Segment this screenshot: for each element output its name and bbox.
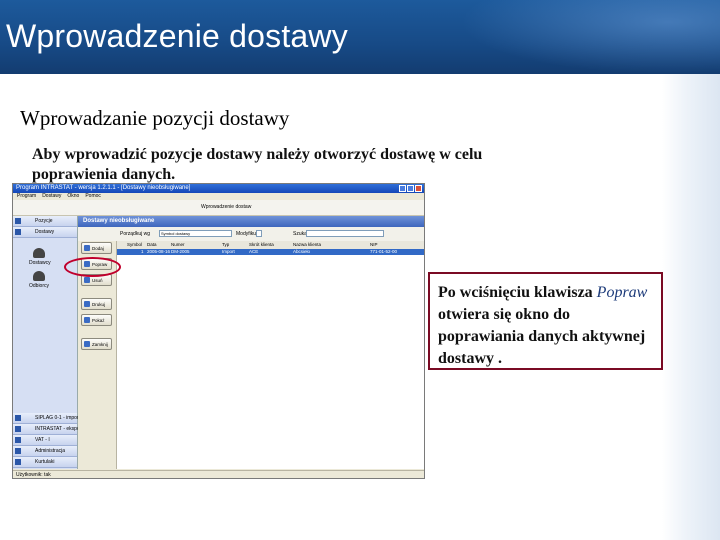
nav-label: Dostawy bbox=[35, 229, 55, 235]
cell: ACE bbox=[249, 249, 259, 254]
app-screenshot: Program INTRASTAT - wersja 1.2.1.1 - [Do… bbox=[12, 183, 425, 479]
header-glow bbox=[460, 0, 720, 74]
sort-label: Porządkuj wg bbox=[120, 231, 151, 237]
app-menu-bar: Program Dostawy Okno Pomoc bbox=[13, 193, 424, 200]
status-bar: Użytkownik: tak bbox=[13, 470, 424, 478]
module-icon bbox=[15, 415, 21, 421]
supplier-icon[interactable] bbox=[33, 248, 45, 258]
left-navigation: Pozycje Dostawy Dostawcy Odbiorcy SIPLAG… bbox=[13, 216, 83, 469]
col-header[interactable]: Symbol bbox=[127, 242, 142, 247]
nav-icon-label: Dostawcy bbox=[29, 260, 51, 266]
status-text: Użytkownik: tak bbox=[16, 472, 51, 478]
main-panel: Dostawy nieobsługiwane Porządkuj wg Symb… bbox=[78, 216, 424, 469]
cell: 1 bbox=[141, 249, 144, 254]
module-icon bbox=[15, 437, 21, 443]
app-window-title: Program INTRASTAT - wersja 1.2.1.1 - [Do… bbox=[16, 185, 191, 191]
callout-box: Po wciśnięciu klawisza Popraw otwiera si… bbox=[428, 272, 663, 370]
cell: 2005-08-16 bbox=[147, 249, 171, 254]
app-title-bar: Program INTRASTAT - wersja 1.2.1.1 - [Do… bbox=[13, 184, 424, 193]
col-header[interactable]: Skrót klienta bbox=[249, 242, 274, 247]
minimize-icon[interactable] bbox=[399, 185, 406, 192]
close-button[interactable]: Zamknij bbox=[81, 338, 112, 350]
view-icon bbox=[84, 317, 90, 323]
nav-label: INTRASTAT - eksport bbox=[35, 426, 83, 432]
button-label: Dodaj bbox=[92, 246, 104, 251]
col-header[interactable]: Typ bbox=[222, 242, 229, 247]
nav-label: SIPLAG 0-1 - import bbox=[35, 415, 81, 421]
print-button[interactable]: Drukuj bbox=[81, 298, 112, 310]
panel-title: Dostawy nieobsługiwane bbox=[83, 218, 155, 224]
cell: Abcsieło bbox=[293, 249, 311, 254]
close-icon bbox=[84, 341, 90, 347]
close-icon[interactable] bbox=[415, 185, 422, 192]
nav-item-administracja[interactable]: Administracja bbox=[13, 446, 77, 457]
add-button[interactable]: Dodaj bbox=[81, 242, 112, 254]
nav-item-dostawy[interactable]: Dostawy bbox=[13, 227, 77, 238]
button-label: Zamknij bbox=[92, 342, 108, 347]
cell: DM-2005 bbox=[171, 249, 190, 254]
button-label: Usuń bbox=[92, 278, 103, 283]
deliveries-grid: Symbol Data Numer Typ Skrót klienta Nazw… bbox=[117, 241, 424, 469]
menu-dostawy[interactable]: Dostawy bbox=[42, 193, 61, 200]
print-icon bbox=[84, 301, 90, 307]
module-icon bbox=[15, 459, 21, 465]
button-label: Pokaż bbox=[92, 318, 105, 323]
callout-text-end: otwiera się okno do poprawiania danych a… bbox=[438, 306, 646, 367]
customer-icon[interactable] bbox=[33, 271, 45, 281]
filter-checkbox[interactable] bbox=[256, 230, 262, 237]
nav-item-eksport[interactable]: INTRASTAT - eksport bbox=[13, 424, 83, 435]
filter-row: Porządkuj wg Symbol dostawy Modyfikuj Sz… bbox=[78, 227, 424, 242]
button-label: Drukuj bbox=[92, 302, 106, 307]
add-icon bbox=[84, 245, 90, 251]
right-decor-band bbox=[662, 74, 720, 540]
nav-label: Kurtulaki bbox=[35, 459, 55, 465]
callout-emphasis: Popraw bbox=[596, 284, 648, 301]
slide-title: Wprowadzenie dostawy bbox=[6, 18, 348, 54]
filter-label: Modyfikuj bbox=[236, 231, 258, 237]
nav-icon-label: Odbiorcy bbox=[29, 283, 50, 289]
table-row[interactable]: 1 2005-08-16 DM-2005 Import ACE Abcsieło… bbox=[117, 249, 424, 255]
menu-pomoc[interactable]: Pomoc bbox=[85, 193, 101, 200]
window-controls bbox=[399, 185, 422, 192]
col-header[interactable]: Nazwa klienta bbox=[293, 242, 321, 247]
module-icon bbox=[15, 426, 21, 432]
key-icon bbox=[15, 448, 21, 454]
nav-label: Administracja bbox=[35, 448, 66, 454]
col-header[interactable]: NIP bbox=[370, 242, 378, 247]
cell: 771-01-52-00 bbox=[370, 249, 398, 254]
menu-program[interactable]: Program bbox=[17, 193, 36, 200]
sort-select[interactable]: Symbol dostawy bbox=[159, 230, 232, 237]
show-button[interactable]: Pokaż bbox=[81, 314, 112, 326]
nav-item-kurtulaki[interactable]: Kurtulaki bbox=[13, 457, 77, 468]
toolbar-caption: Wprowadzenie dostaw bbox=[201, 204, 252, 210]
nav-label: VAT - I bbox=[35, 437, 50, 443]
slide-subtitle: Wprowadzanie pozycji dostawy bbox=[20, 106, 290, 130]
cell: Import bbox=[222, 249, 235, 254]
folder-icon bbox=[15, 218, 21, 224]
nav-item-vat[interactable]: VAT - I bbox=[13, 435, 77, 446]
col-header[interactable]: Data bbox=[147, 242, 157, 247]
instruction-paragraph: Aby wprowadzić pozycje dostawy należy ot… bbox=[32, 146, 483, 183]
maximize-icon[interactable] bbox=[407, 185, 414, 192]
app-toolbar: Wprowadzenie dostaw bbox=[13, 200, 424, 216]
search-input[interactable] bbox=[306, 230, 384, 237]
panel-header: Dostawy nieobsługiwane bbox=[78, 216, 424, 227]
delete-icon bbox=[84, 277, 90, 283]
nav-item-import[interactable]: SIPLAG 0-1 - import bbox=[13, 413, 81, 424]
popraw-highlight-ellipse bbox=[64, 257, 121, 277]
folder-icon bbox=[15, 229, 21, 235]
menu-okno[interactable]: Okno bbox=[67, 193, 79, 200]
nav-label: Pozycje bbox=[35, 218, 53, 224]
col-header[interactable]: Numer bbox=[171, 242, 185, 247]
callout-text-start: Po wciśnięciu klawisza bbox=[438, 284, 597, 301]
nav-item-pozycje[interactable]: Pozycje bbox=[13, 216, 77, 227]
